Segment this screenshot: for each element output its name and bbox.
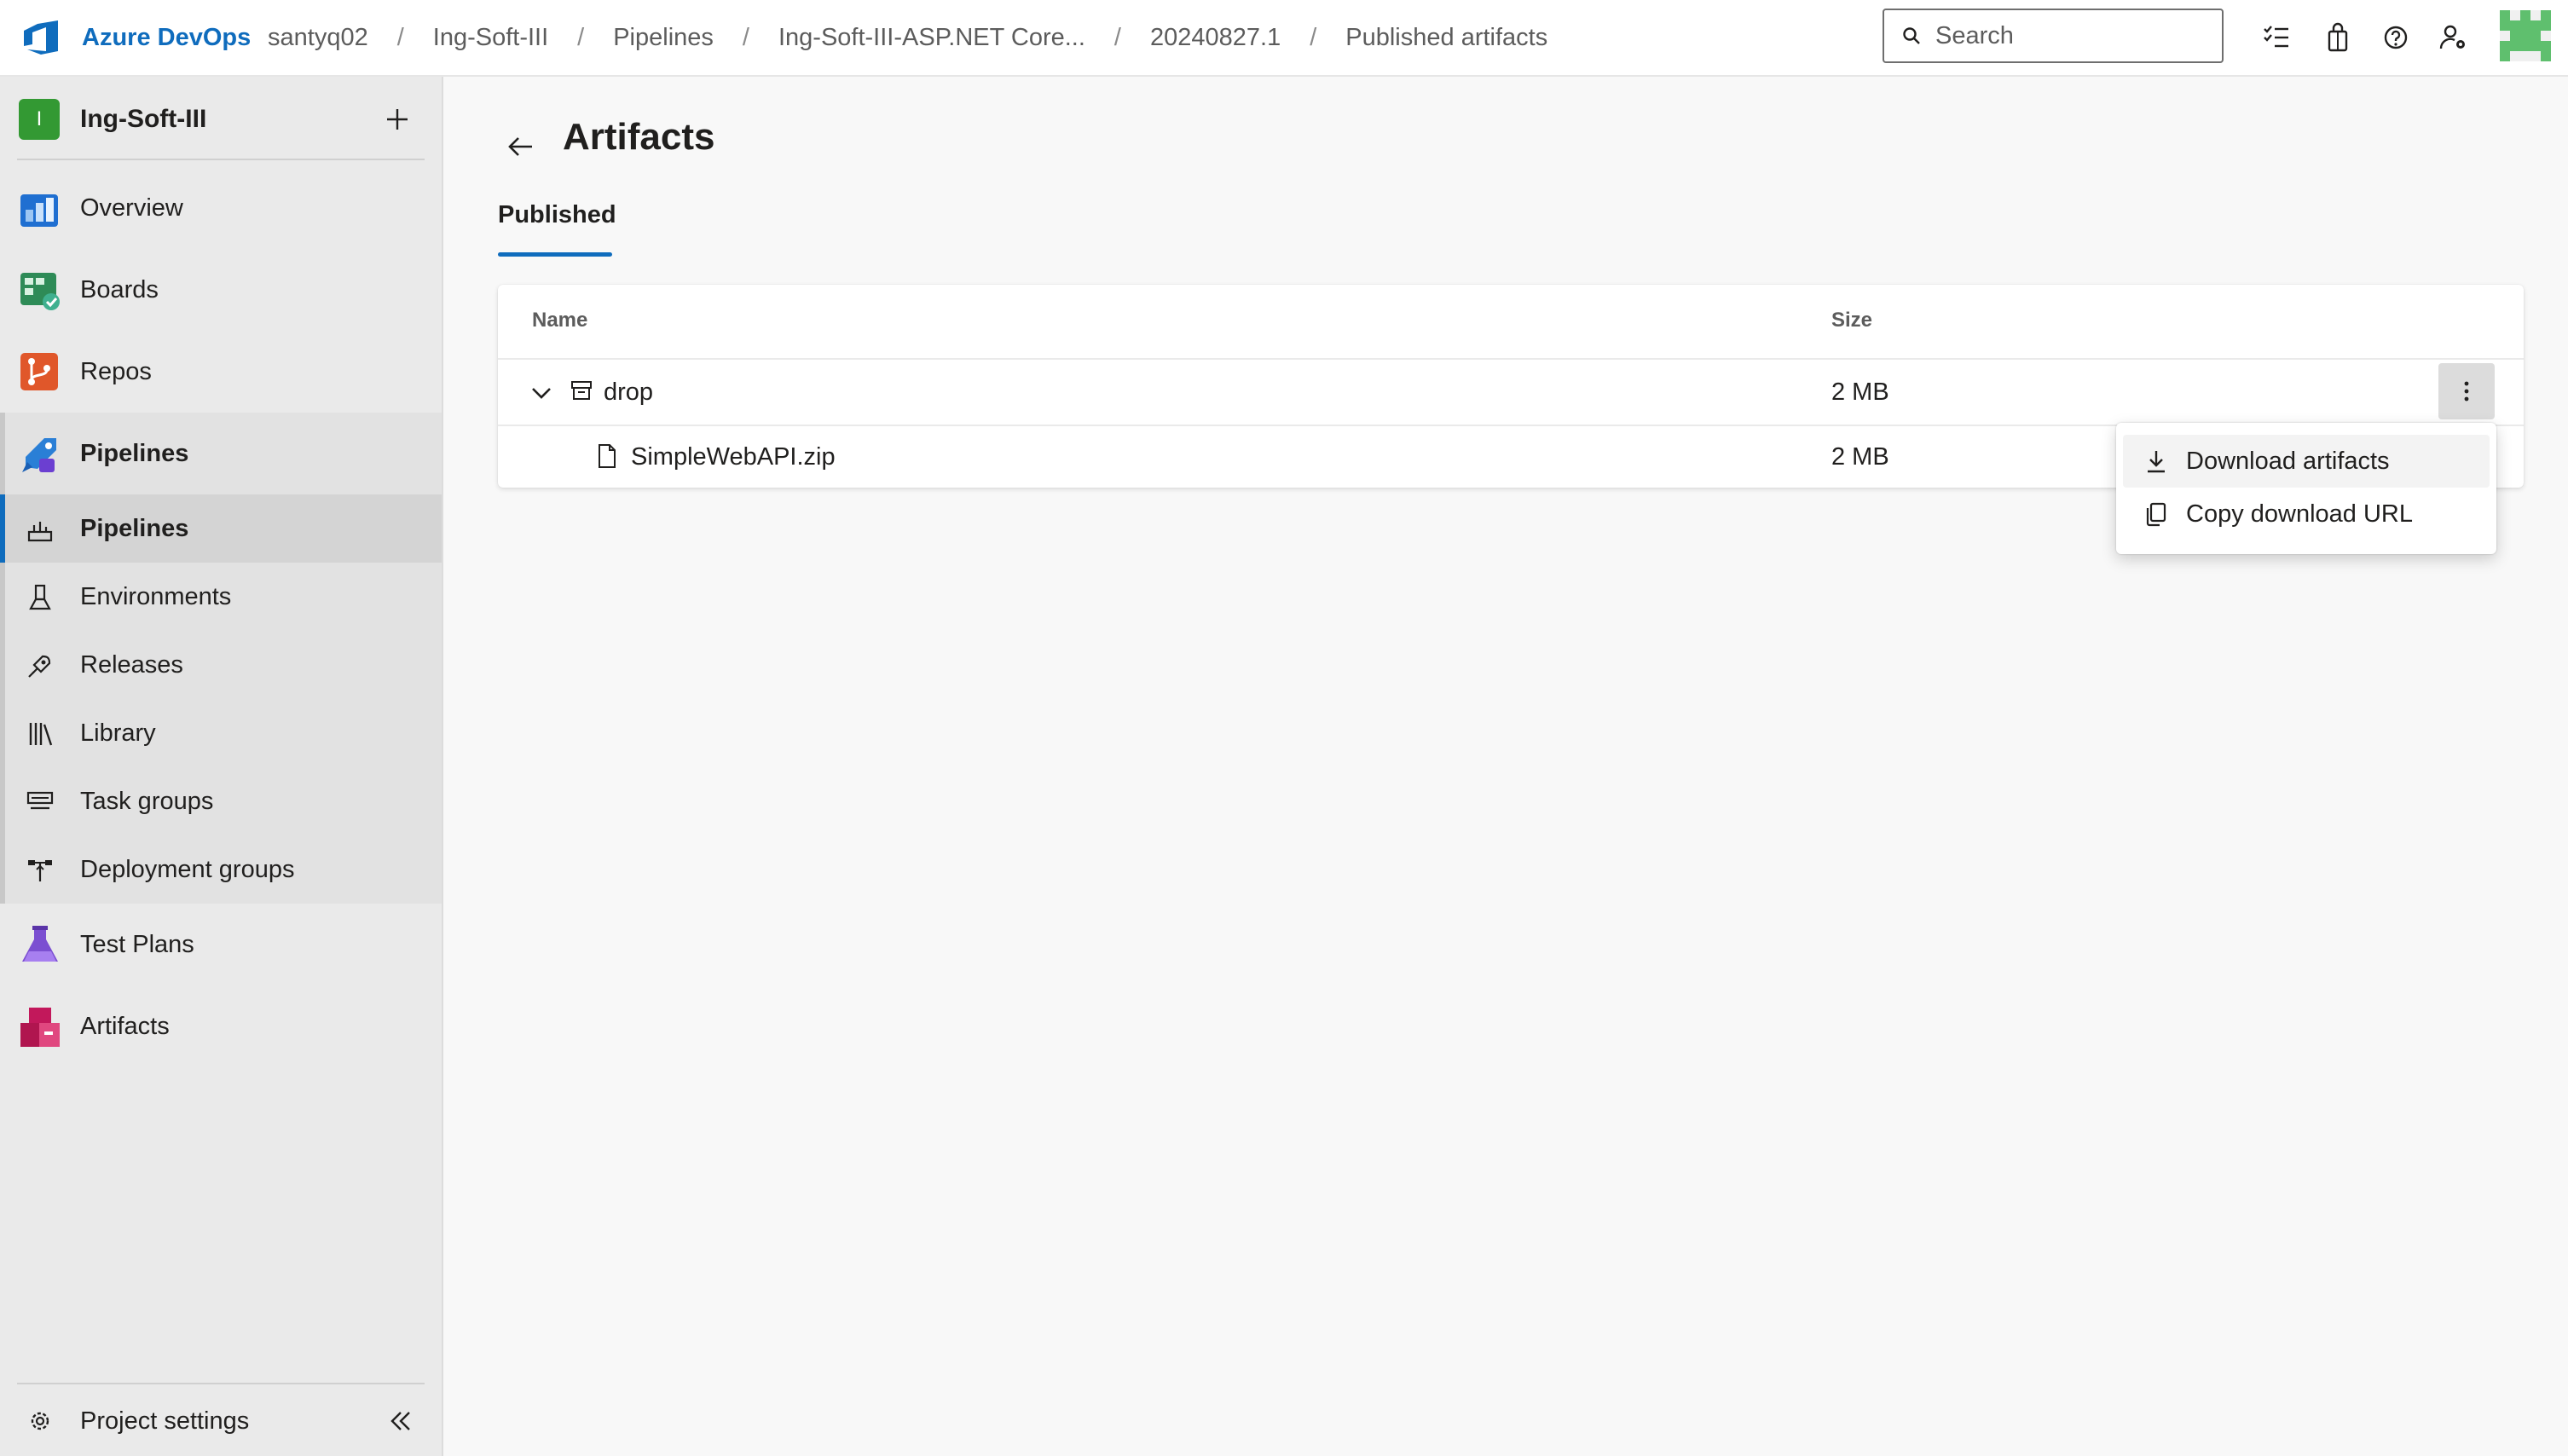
pipelines-sub-icon — [27, 522, 53, 542]
sidebar-item-overview[interactable]: Overview — [0, 167, 442, 249]
deployment-groups-icon — [28, 860, 52, 881]
breadcrumb-separator: / — [742, 23, 749, 51]
brand-name[interactable]: Azure DevOps — [82, 0, 251, 75]
back-arrow-icon[interactable] — [503, 130, 537, 164]
menu-item-label: Download artifacts — [2186, 447, 2390, 475]
sidebar-item-label: Pipelines — [80, 439, 189, 467]
search-input[interactable] — [1935, 21, 2208, 50]
avatar[interactable] — [2500, 10, 2551, 61]
breadcrumb-separator: / — [577, 23, 585, 51]
sidebar-item-pipelines[interactable]: Pipelines — [0, 413, 442, 494]
artifacts-icon — [20, 1008, 60, 1047]
repos-icon — [20, 353, 58, 390]
sidebar-item-repos[interactable]: Repos — [0, 331, 442, 413]
column-header-size[interactable]: Size — [1831, 309, 1872, 332]
sidebar-subitem-deployment-groups[interactable]: Deployment groups — [0, 835, 442, 904]
checklist-icon[interactable] — [2258, 19, 2295, 56]
artifact-context-menu: Download artifacts Copy download URL — [2116, 423, 2496, 554]
copy-icon — [2146, 502, 2166, 527]
breadcrumb-project[interactable]: Ing-Soft-III — [433, 24, 548, 52]
breadcrumb: santyq02 / Ing-Soft-III / Pipelines / In… — [268, 0, 1547, 75]
project-badge: I — [19, 99, 60, 140]
pipelines-icon — [22, 438, 56, 472]
gear-icon — [31, 1412, 49, 1430]
artifact-name[interactable]: SimpleWebAPI.zip — [631, 443, 836, 471]
environments-icon — [29, 584, 51, 610]
more-vertical-icon — [2464, 381, 2469, 402]
sidebar-subitem-label: Pipelines — [80, 514, 189, 542]
overview-icon — [20, 194, 58, 227]
project-settings-label: Project settings — [80, 1407, 250, 1435]
azure-devops-logo-icon[interactable] — [20, 19, 61, 56]
breadcrumb-run[interactable]: 20240827.1 — [1150, 24, 1281, 52]
artifact-size: 2 MB — [1831, 378, 1889, 406]
archive-icon — [571, 381, 592, 400]
download-icon — [2148, 451, 2165, 473]
sidebar-item-label: Overview — [80, 194, 183, 222]
breadcrumb-org[interactable]: santyq02 — [268, 24, 368, 52]
copy-download-url-menu-item[interactable]: Copy download URL — [2123, 488, 2490, 540]
sidebar-subitem-label: Releases — [80, 650, 183, 679]
file-icon — [599, 444, 616, 468]
sidebar-item-label: Artifacts — [80, 1012, 170, 1040]
column-header-name[interactable]: Name — [532, 309, 587, 332]
sidebar-subitem-label: Environments — [80, 582, 232, 610]
table-row[interactable]: drop 2 MB — [498, 360, 2524, 425]
sidebar-subitem-label: Library — [80, 719, 156, 747]
releases-icon — [28, 655, 51, 678]
breadcrumb-separator: / — [396, 23, 404, 51]
sidebar-divider — [17, 1383, 425, 1384]
sidebar-subitem-library[interactable]: Library — [0, 699, 442, 767]
tab-published[interactable]: Published — [498, 201, 616, 229]
tab-active-indicator — [498, 252, 612, 257]
project-name[interactable]: Ing-Soft-III — [80, 105, 206, 134]
sidebar-item-label: Boards — [80, 275, 159, 303]
breadcrumb-separator: / — [1310, 23, 1317, 51]
boards-icon — [20, 273, 60, 310]
breadcrumb-current[interactable]: Published artifacts — [1345, 24, 1547, 52]
sidebar-subitem-task-groups[interactable]: Task groups — [0, 767, 442, 835]
pipelines-group: Pipelines Pipelines Environments Release… — [0, 413, 442, 904]
sidebar-item-label: Test Plans — [80, 930, 194, 958]
breadcrumb-separator: / — [1113, 23, 1121, 51]
project-settings-link[interactable]: Project settings — [0, 1386, 442, 1456]
project-header[interactable]: I Ing-Soft-III — [19, 97, 425, 142]
chevron-down-icon[interactable] — [529, 380, 554, 406]
download-artifacts-menu-item[interactable]: Download artifacts — [2123, 435, 2490, 488]
breadcrumb-pipelines[interactable]: Pipelines — [613, 24, 714, 52]
task-groups-icon — [26, 791, 54, 810]
sidebar-subitem-label: Task groups — [80, 787, 214, 815]
sidebar-subitem-releases[interactable]: Releases — [0, 631, 442, 699]
sidebar-subitem-label: Deployment groups — [80, 855, 295, 883]
artifact-size: 2 MB — [1831, 443, 1889, 471]
add-icon[interactable] — [380, 102, 414, 136]
sidebar-subitem-environments[interactable]: Environments — [0, 563, 442, 631]
artifact-name: drop — [604, 378, 654, 406]
sidebar-item-boards[interactable]: Boards — [0, 249, 442, 331]
shopping-bag-icon[interactable] — [2319, 19, 2357, 56]
breadcrumb-pipeline[interactable]: Ing-Soft-III-ASP.NET Core... — [778, 24, 1085, 52]
more-actions-button[interactable] — [2438, 363, 2495, 419]
library-icon — [29, 723, 53, 746]
sidebar-item-label: Repos — [80, 357, 152, 385]
top-bar: Azure DevOps santyq02 / Ing-Soft-III / P… — [0, 0, 2568, 77]
collapse-sidebar-icon[interactable] — [385, 1407, 414, 1436]
menu-item-label: Copy download URL — [2186, 500, 2413, 528]
search-box[interactable] — [1883, 9, 2224, 63]
test-plans-icon — [22, 926, 58, 962]
sidebar-item-test-plans[interactable]: Test Plans — [0, 904, 442, 985]
search-icon — [1903, 27, 1920, 44]
sidebar-divider — [17, 159, 425, 160]
sidebar-subitem-pipelines[interactable]: Pipelines — [0, 494, 442, 563]
user-settings-icon[interactable] — [2435, 19, 2473, 56]
sidebar: I Ing-Soft-III Overview Boards Repos Pip… — [0, 77, 443, 1456]
page-title: Artifacts — [563, 116, 715, 158]
sidebar-item-artifacts[interactable]: Artifacts — [0, 985, 442, 1067]
help-icon[interactable] — [2377, 19, 2415, 56]
